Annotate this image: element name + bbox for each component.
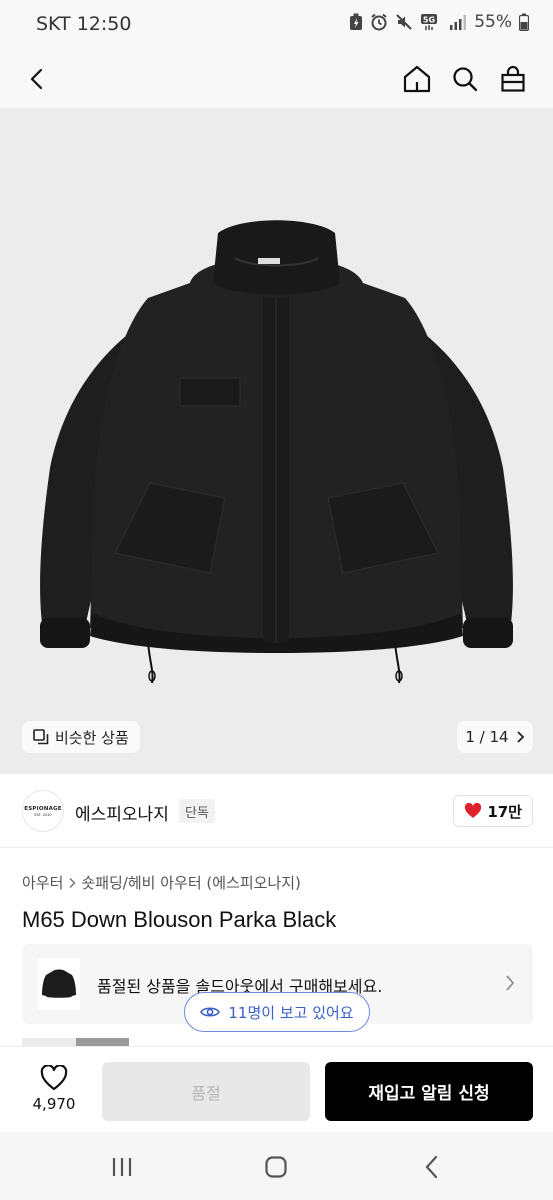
battery-percent: 55% [474, 12, 512, 32]
breadcrumb-subcategory[interactable]: 숏패딩/헤비 아우터 (에스피오나지) [81, 872, 301, 893]
product-image [0, 108, 553, 774]
similar-products-label: 비슷한 상품 [55, 728, 129, 747]
chevron-left-icon [30, 68, 43, 90]
brand-like-button[interactable]: 17만 [453, 795, 533, 827]
svg-text:5G: 5G [423, 16, 435, 25]
search-button[interactable] [442, 56, 488, 102]
cart-button[interactable] [490, 56, 536, 102]
battery-saver-icon [350, 13, 363, 30]
system-home-button[interactable] [256, 1152, 296, 1182]
purchase-bar: 4,970 품절 재입고 알림 신청 [0, 1046, 553, 1132]
image-page-count: 1 / 14 [465, 728, 509, 746]
exclusive-badge: 단독 [179, 799, 215, 823]
back-button[interactable] [14, 56, 60, 102]
alarm-icon [371, 13, 387, 31]
home-circle-icon [265, 1156, 287, 1178]
search-icon [453, 67, 478, 92]
brand-logo-line2: EST. 2010 [34, 812, 52, 817]
network-5g-icon: 5G [421, 14, 438, 30]
back-arrow-icon [425, 1155, 438, 1179]
top-navigation [0, 50, 553, 108]
similar-items-icon [33, 729, 49, 745]
eye-icon [200, 1007, 221, 1017]
brand-like-count: 17만 [487, 802, 522, 821]
wishlist-count: 4,970 [32, 1095, 76, 1113]
breadcrumb-category[interactable]: 아우터 [22, 872, 63, 893]
battery-icon [519, 13, 529, 31]
mute-icon [396, 14, 412, 30]
brand-name-link[interactable]: 에스피오나지 [75, 800, 169, 825]
viewers-text: 11명이 보고 있어요 [228, 1003, 354, 1022]
heart-filled-icon [465, 803, 482, 818]
chevron-right-icon [69, 877, 76, 888]
home-icon [403, 65, 431, 93]
heart-outline-icon [40, 1065, 68, 1091]
brand-logo-line1: ESPIONAGE [24, 805, 62, 812]
restock-alert-button[interactable]: 재입고 알림 신청 [325, 1062, 533, 1121]
product-image-carousel[interactable]: 비슷한 상품 1 / 14 [0, 108, 553, 774]
soldout-button: 품절 [102, 1062, 310, 1121]
image-pager[interactable]: 1 / 14 [457, 721, 533, 753]
status-icons: 5G 55% [349, 12, 529, 32]
brand-logo[interactable]: ESPIONAGE EST. 2010 [22, 790, 64, 832]
product-title: M65 Down Blouson Parka Black [22, 907, 337, 932]
status-bar: SKT 12:50 5G 55% [0, 0, 553, 50]
system-navigation-bar [0, 1132, 553, 1200]
signal-icon [450, 15, 467, 30]
soldout-thumbnail [38, 958, 80, 1010]
chevron-right-icon [506, 975, 515, 991]
jacket-thumbnail-image [42, 969, 76, 998]
brand-row: ESPIONAGE EST. 2010 에스피오나지 단독 17만 [0, 774, 553, 848]
recent-apps-button[interactable] [102, 1152, 142, 1182]
recent-apps-icon [112, 1158, 132, 1176]
similar-products-button[interactable]: 비슷한 상품 [22, 721, 140, 753]
status-time: SKT 12:50 [36, 13, 132, 35]
viewers-indicator: 11명이 보고 있어요 [184, 992, 370, 1032]
breadcrumb: 아우터 숏패딩/헤비 아우터 (에스피오나지) [22, 872, 301, 893]
home-button[interactable] [394, 56, 440, 102]
system-back-button[interactable] [412, 1152, 452, 1182]
wishlist-button[interactable]: 4,970 [22, 1065, 86, 1113]
shopping-bag-icon [501, 65, 525, 92]
chevron-right-icon [516, 731, 524, 743]
